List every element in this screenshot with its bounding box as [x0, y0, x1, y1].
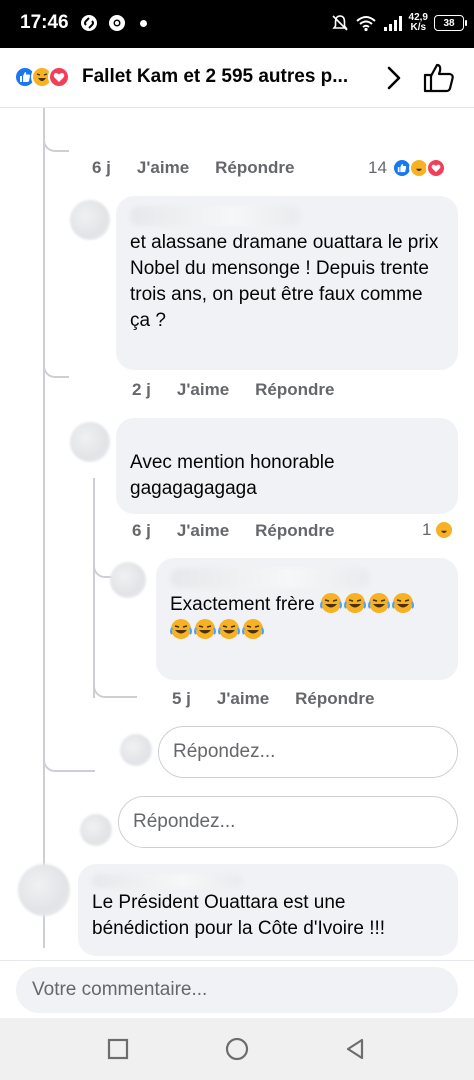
commenter-name-redacted [170, 568, 370, 588]
back-icon[interactable] [342, 1036, 368, 1062]
reactions-title[interactable]: Fallet Kam et 2 595 autres p... [82, 66, 362, 88]
chrome-icon [109, 15, 125, 31]
comment-composer-input[interactable]: Votre commentaire... [16, 967, 458, 1013]
haha-icon [434, 520, 455, 540]
comment-age: 5 j [172, 689, 191, 708]
laughing-crying-emoji-icon [319, 593, 342, 613]
comment-bubble[interactable]: et alassane dramane ouattara le prix Nob… [116, 196, 458, 370]
like-comment-button[interactable]: J'aime [137, 158, 189, 178]
reaction-summary[interactable] [14, 66, 70, 88]
network-speed-unit: K/s [410, 22, 427, 33]
like-comment-button[interactable]: J'aime [177, 380, 229, 400]
like-button-icon[interactable] [422, 62, 456, 94]
comment-text: Exactement frère [170, 594, 315, 615]
laughing-crying-emoji-icon [391, 593, 414, 613]
love-icon [48, 66, 70, 88]
home-icon[interactable] [224, 1036, 250, 1062]
avatar [120, 734, 152, 766]
avatar[interactable] [18, 864, 70, 916]
comment-text: et alassane dramane ouattara le prix Nob… [130, 232, 439, 331]
wifi-icon [355, 16, 376, 32]
comment-bubble[interactable]: Le Président Ouattara est une bénédictio… [78, 864, 458, 956]
comment-reactions[interactable]: 1 [422, 520, 455, 540]
comment-actions: 6 j J'aime Répondre [92, 158, 321, 178]
thread-connector [43, 668, 95, 772]
clock: 17:46 [20, 12, 69, 33]
commenter-name-redacted [92, 874, 242, 888]
comments-sheet: Fallet Kam et 2 595 autres p... 6 j J'ai… [0, 48, 474, 1080]
laughing-crying-emoji-icon [218, 619, 240, 639]
reply-comment-button[interactable]: Répondre [255, 521, 334, 541]
mute-bell-icon [331, 15, 348, 31]
avatar [80, 814, 112, 846]
comment-actions: 6 j J'aime Répondre [132, 521, 361, 541]
thread-connector [93, 668, 137, 698]
comment-actions: 5 j J'aime Répondre [172, 689, 401, 709]
battery-level: 38 [443, 17, 455, 29]
reaction-count: 14 [368, 158, 387, 177]
avatar[interactable] [70, 200, 110, 240]
laughing-crying-emoji-icon [194, 619, 216, 639]
love-icon [425, 158, 446, 178]
avatar[interactable] [110, 562, 146, 598]
avatar[interactable] [70, 422, 110, 462]
recent-apps-icon[interactable] [105, 1036, 131, 1062]
comment-age: 6 j [132, 521, 151, 540]
comment-thread: 6 j J'aime Répondre 14 et alassane drama… [0, 108, 474, 960]
laughing-crying-emoji-icon [170, 619, 192, 639]
signal-icon [383, 16, 402, 31]
laughing-crying-emoji-icon [242, 619, 264, 639]
comment-reactions[interactable]: 14 [368, 158, 446, 178]
like-comment-button[interactable]: J'aime [217, 689, 269, 709]
commenter-name-redacted [130, 206, 300, 226]
reactions-header[interactable]: Fallet Kam et 2 595 autres p... [0, 48, 474, 108]
reply-comment-button[interactable]: Répondre [255, 380, 334, 400]
comment-age: 6 j [92, 158, 111, 177]
comment-age: 2 j [132, 380, 151, 399]
reply-comment-button[interactable]: Répondre [215, 158, 294, 178]
chevron-right-icon[interactable] [381, 64, 407, 92]
thread-line-main [43, 108, 45, 948]
comment-bubble[interactable]: Exactement frère [156, 558, 458, 680]
thread-connector [43, 258, 69, 378]
comment-actions: 2 j J'aime Répondre [132, 380, 361, 400]
reaction-count: 1 [422, 520, 432, 539]
status-bar: 17:46 42,9 K/s 38 [0, 0, 474, 48]
comment-text: Le Président Ouattara est une bénédictio… [92, 892, 386, 939]
comment-bubble[interactable]: Avec mention honorable gagagagagaga [116, 418, 458, 514]
nested-reply-input[interactable]: Répondez... [158, 726, 458, 778]
battery-icon: 38 [434, 15, 467, 31]
comment-text: Avec mention honorable gagagagagaga [130, 452, 335, 499]
composer-bar: Votre commentaire... [0, 960, 474, 1018]
thread-connector [43, 108, 69, 152]
thread-reply-input[interactable]: Répondez... [118, 796, 458, 848]
shazam-icon [81, 15, 97, 31]
laughing-crying-emoji-icon [367, 593, 390, 613]
like-comment-button[interactable]: J'aime [177, 521, 229, 541]
notification-dot-icon [140, 20, 147, 27]
network-speed: 42,9 K/s [409, 13, 428, 33]
reply-comment-button[interactable]: Répondre [295, 689, 374, 709]
system-navigation-bar [0, 1018, 474, 1080]
laughing-crying-emoji-icon [343, 593, 366, 613]
